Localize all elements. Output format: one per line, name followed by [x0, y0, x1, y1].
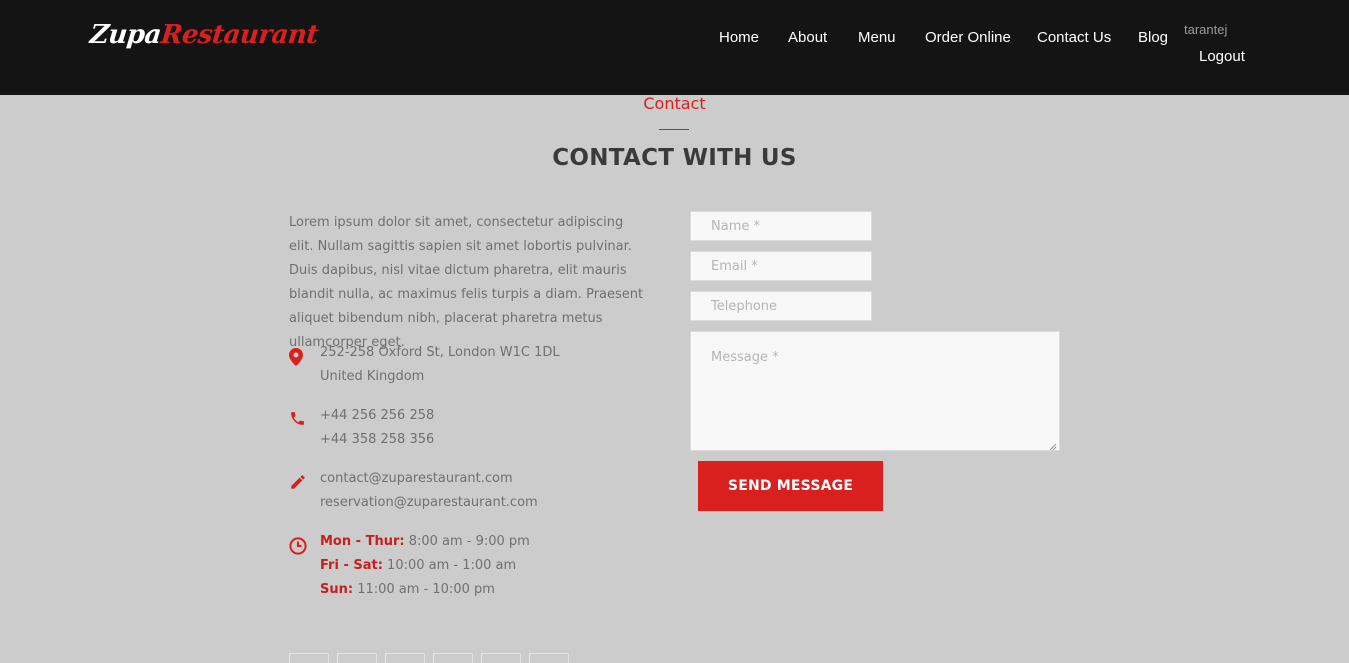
user-name: tarantej: [1184, 22, 1228, 37]
email-line-2[interactable]: reservation@zuparestaurant.com: [320, 491, 538, 515]
hours-row: Sun: 11:00 am - 10:00 pm: [320, 578, 530, 602]
social-link[interactable]: [289, 653, 329, 663]
kicker-divider: [659, 129, 689, 130]
hours-day: Sun:: [320, 582, 354, 597]
resize-grip-icon[interactable]: [1047, 438, 1057, 451]
logout-link[interactable]: Logout: [1199, 48, 1245, 65]
nav-about[interactable]: About: [788, 28, 827, 48]
nav-order-online[interactable]: Order Online: [925, 28, 1011, 48]
phone-block: +44 256 256 258 +44 358 258 356: [320, 404, 434, 452]
hours-time: 8:00 am - 9:00 pm: [404, 534, 530, 549]
section-title: CONTACT WITH US: [552, 145, 797, 171]
phone-line-1[interactable]: +44 256 256 258: [320, 404, 434, 428]
social-link[interactable]: [433, 653, 473, 663]
site-logo[interactable]: ZupaRestaurant: [88, 17, 320, 53]
hours-row: Mon - Thur: 8:00 am - 9:00 pm: [320, 530, 530, 554]
hours-time: 10:00 am - 1:00 am: [382, 558, 517, 573]
address-line-2: United Kingdom: [320, 369, 425, 384]
email-line-1[interactable]: contact@zuparestaurant.com: [320, 467, 538, 491]
hours-row: Fri - Sat: 10:00 am - 1:00 am: [320, 554, 530, 578]
map-pin-icon: [289, 348, 307, 366]
nav-home[interactable]: Home: [719, 28, 759, 48]
social-link[interactable]: [385, 653, 425, 663]
name-input[interactable]: [690, 211, 872, 241]
hours-time: 11:00 am - 10:00 pm: [353, 582, 495, 597]
nav-menu[interactable]: Menu: [858, 28, 896, 48]
social-link[interactable]: [529, 653, 569, 663]
hours-block: Mon - Thur: 8:00 am - 9:00 pm Fri - Sat:…: [320, 530, 530, 602]
logo-part-restaurant: Restaurant: [159, 20, 320, 50]
site-header: ZupaRestaurant Home About Menu Order Onl…: [0, 0, 1349, 95]
email-input[interactable]: [690, 251, 872, 281]
clock-icon: [289, 537, 307, 555]
address-block: 252-258 Oxford St, London W1C 1DL United…: [320, 341, 560, 389]
send-message-button[interactable]: SEND MESSAGE: [698, 461, 883, 511]
address-line-1: 252-258 Oxford St, London W1C 1DL: [320, 345, 560, 360]
hours-day: Mon - Thur:: [320, 534, 405, 549]
hours-day: Fri - Sat:: [320, 558, 383, 573]
nav-contact-us[interactable]: Contact Us: [1037, 28, 1111, 48]
nav-blog[interactable]: Blog: [1138, 28, 1168, 48]
pencil-icon: [289, 473, 307, 491]
phone-icon: [289, 410, 307, 428]
email-block: contact@zuparestaurant.com reservation@z…: [320, 467, 538, 515]
message-textarea[interactable]: [690, 331, 1060, 451]
intro-paragraph: Lorem ipsum dolor sit amet, consectetur …: [289, 215, 644, 350]
telephone-input[interactable]: [690, 291, 872, 321]
phone-line-2[interactable]: +44 358 258 356: [320, 428, 434, 452]
logo-part-zupa: Zupa: [88, 20, 163, 50]
section-kicker: Contact: [643, 94, 706, 113]
social-link[interactable]: [337, 653, 377, 663]
social-link[interactable]: [481, 653, 521, 663]
